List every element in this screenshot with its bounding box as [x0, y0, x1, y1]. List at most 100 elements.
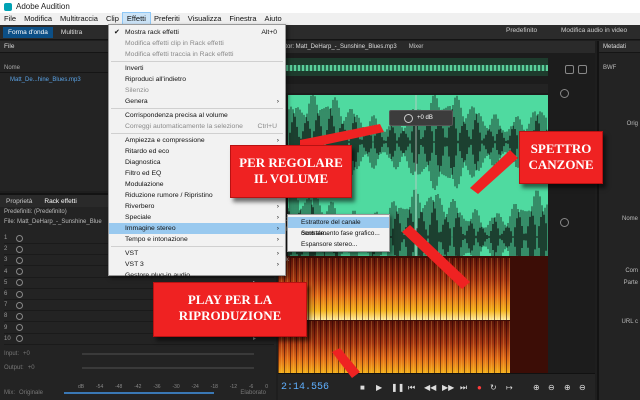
go-to-start-button[interactable]: ⏮: [408, 383, 415, 393]
power-icon[interactable]: [16, 324, 23, 332]
zoom-out-time-icon[interactable]: ⊖: [579, 383, 586, 392]
workspace-default[interactable]: Predefinito: [506, 27, 537, 34]
multitrack-mode-button[interactable]: Multitra: [56, 27, 87, 38]
callout-volume-line-1: PER REGOLARE: [239, 155, 343, 170]
mix-processed-label: Elaborato: [240, 390, 266, 396]
tab-effects-rack[interactable]: Rack effetti: [38, 198, 82, 205]
waveform-mode-button[interactable]: Forma d'onda: [3, 26, 53, 38]
time-ruler[interactable]: [286, 84, 548, 93]
effects-menu-item[interactable]: Riproduci all'indietro: [109, 74, 285, 85]
preset-label: Predefiniti:: [4, 209, 33, 215]
editor-side-icon[interactable]: [565, 65, 574, 74]
effects-menu-item[interactable]: Riverbero ›: [109, 201, 285, 212]
volume-hud-value: +0 dB: [417, 115, 433, 121]
record-button[interactable]: ●: [477, 383, 482, 392]
file-list-item[interactable]: Matt_De...hine_Blues.mp3: [0, 75, 110, 86]
effects-menu-item-label: Riproduci all'indietro: [125, 76, 186, 83]
effects-menu-item[interactable]: Genera ›: [109, 96, 285, 107]
loop-button[interactable]: ↻: [490, 383, 497, 392]
rack-slot-number: 8: [4, 313, 8, 320]
output-label: Output:: [4, 365, 24, 371]
window-title: Adobe Audition: [16, 2, 70, 11]
effects-menu-item[interactable]: VST ›: [109, 248, 285, 259]
tab-mixer[interactable]: Mixer: [403, 44, 430, 50]
power-icon[interactable]: [16, 234, 23, 242]
callout-play-line-1: PLAY PER LA: [187, 292, 273, 307]
workspace-video[interactable]: Modifica audio in video: [561, 27, 627, 34]
output-gain-value[interactable]: +0: [28, 365, 35, 371]
effects-menu-item[interactable]: VST 3 ›: [109, 259, 285, 270]
effects-menu-item[interactable]: Speciale ›: [109, 212, 285, 223]
rack-slot-number: 4: [4, 268, 8, 275]
headphone-icon[interactable]: [560, 89, 569, 98]
rack-slot-number: 7: [4, 302, 8, 309]
volume-knob-icon[interactable]: [404, 114, 413, 123]
rack-slot-number: 5: [4, 279, 8, 286]
menu-separator: [111, 61, 283, 62]
input-gain-value[interactable]: +0: [23, 351, 30, 357]
power-icon[interactable]: [16, 335, 23, 343]
power-icon[interactable]: [16, 312, 23, 320]
menu-file[interactable]: File: [0, 13, 20, 25]
overview-strip[interactable]: [286, 58, 548, 76]
stop-button[interactable]: ■: [360, 383, 365, 392]
preset-select[interactable]: (Predefinito): [34, 209, 67, 215]
menu-multitraccia[interactable]: Multitraccia: [56, 13, 102, 25]
editor-list-icon[interactable]: [578, 65, 587, 74]
effects-menu-item-label: Ampiezza e compressione: [125, 137, 205, 144]
mix-slider[interactable]: [64, 392, 214, 394]
power-icon[interactable]: [16, 301, 23, 309]
rack-slot-number: 9: [4, 324, 8, 331]
stereo-image-menu-item[interactable]: Estrattore del canale centrale...: [288, 217, 389, 237]
menu-separator: [111, 133, 283, 134]
headphone-icon[interactable]: [560, 218, 569, 227]
fast-forward-button[interactable]: ▶▶: [442, 383, 454, 392]
skip-button[interactable]: ↦: [506, 383, 513, 392]
input-row: Input: +0: [4, 349, 274, 359]
power-icon[interactable]: [16, 290, 23, 298]
effects-menu-item[interactable]: ✔ Mostra rack effetti Alt+0: [109, 27, 285, 38]
transport-bar: 2:14.556 ■ ▶ ❚❚ ⏮ ◀◀ ▶▶ ⏭ ● ↻ ↦ ⊕ ⊖ ⊕ ⊖: [278, 373, 595, 400]
tab-properties[interactable]: Proprietà: [0, 198, 38, 205]
callout-spectrum-line-1: SPETTRO: [530, 141, 592, 156]
spectral-display[interactable]: [278, 256, 548, 383]
output-meter: [82, 367, 254, 369]
effects-menu-item-label: Immagine stereo: [125, 225, 176, 232]
spectral-noise: [278, 258, 548, 320]
power-icon[interactable]: [16, 256, 23, 264]
volume-hud[interactable]: +0 dB: [389, 110, 453, 126]
zoom-in-amplitude-icon[interactable]: ⊕: [533, 383, 540, 392]
meta-label-bwf: BWF: [603, 65, 617, 71]
checkmark-icon: ✔: [114, 29, 120, 36]
effects-menu-item[interactable]: Gestore plug-in audio...: [109, 270, 285, 281]
effects-menu-item-label: Gestore plug-in audio...: [125, 272, 196, 279]
submenu-arrow-icon: ›: [276, 236, 279, 243]
effects-menu-item[interactable]: Corrispondenza precisa al volume: [109, 110, 285, 121]
metadata-panel: Metadati BWF Orig Nome Com Parte URL c: [597, 41, 640, 400]
stereo-image-menu-item[interactable]: Scostamento fase grafico...: [288, 228, 389, 239]
overview-waveform: [286, 65, 548, 71]
power-icon[interactable]: [16, 279, 23, 287]
tab-editor[interactable]: itor: Matt_DeHarp_-_Sunshine_Blues.mp3: [278, 44, 403, 50]
effects-menu-item[interactable]: Immagine stereo ›: [109, 223, 285, 234]
rewind-button[interactable]: ◀◀: [424, 383, 436, 392]
power-icon[interactable]: [16, 245, 23, 253]
input-meter: [82, 353, 254, 355]
meta-label-nome: Nome: [621, 216, 638, 222]
stereo-image-menu-item[interactable]: Espansore stereo...: [288, 239, 389, 250]
rack-slot-number: 10: [4, 335, 11, 342]
files-col-name[interactable]: Nome: [0, 63, 110, 73]
meta-label-parte: Parte: [623, 280, 638, 286]
go-to-end-button[interactable]: ⏭: [460, 383, 467, 393]
pause-button[interactable]: ❚❚: [391, 383, 404, 392]
menu-modifica[interactable]: Modifica: [20, 13, 56, 25]
effects-menu-item[interactable]: Tempo e intonazione ›: [109, 234, 285, 245]
effects-menu-item[interactable]: Inverti: [109, 63, 285, 74]
power-icon[interactable]: [16, 268, 23, 276]
play-button[interactable]: ▶: [376, 383, 382, 392]
zoom-out-amplitude-icon[interactable]: ⊖: [548, 383, 555, 392]
callout-spectrum-line-2: CANZONE: [528, 157, 594, 172]
effects-menu-item-label: Inverti: [125, 65, 144, 72]
zoom-in-time-icon[interactable]: ⊕: [564, 383, 571, 392]
effects-menu-item-label: Filtro ed EQ: [125, 170, 162, 177]
